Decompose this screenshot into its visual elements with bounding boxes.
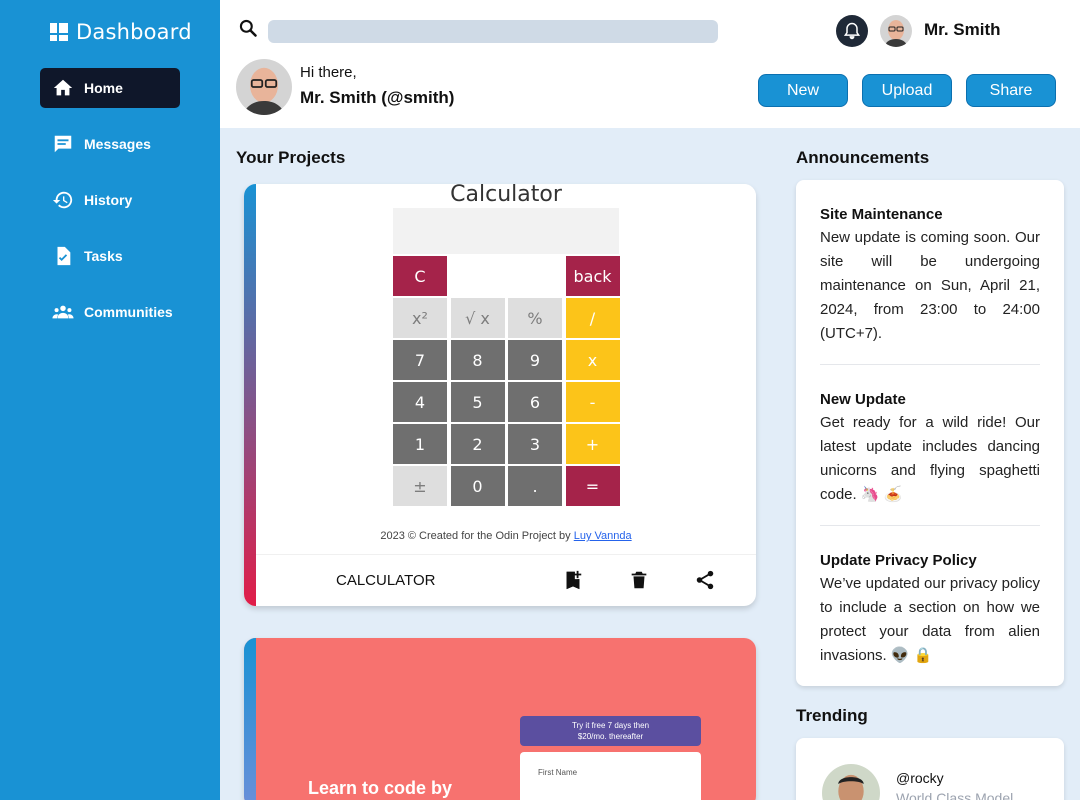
calculator-key: 6	[508, 382, 562, 422]
announcement-item: Site Maintenance New update is coming so…	[820, 206, 1040, 346]
calculator-key: ±	[393, 466, 447, 506]
calculator-key: 8	[450, 340, 505, 380]
sidebar-item-history[interactable]: History	[40, 180, 180, 220]
share-button[interactable]: Share	[966, 74, 1056, 107]
preview-field: First Name	[538, 768, 578, 777]
greeting: Hi there,	[300, 64, 357, 81]
announcements-card: Site Maintenance New update is coming so…	[796, 180, 1064, 686]
divider	[820, 364, 1040, 365]
sidebar-nav: Home Messages History Tasks Communities	[40, 68, 180, 348]
project-card: Try it free 7 days then $20/mo. thereafte…	[244, 638, 756, 800]
project-name: CALCULATOR	[336, 572, 436, 589]
user-avatar-icon	[822, 764, 880, 800]
task-icon	[57, 246, 71, 266]
card-stripe	[244, 638, 256, 800]
announcement-body: New update is coming soon. Our site will…	[820, 229, 1040, 342]
credit-link[interactable]: Luy Vannda	[574, 530, 632, 542]
calculator-key: 5	[450, 382, 505, 422]
offer-line: Try it free 7 days then	[571, 721, 650, 730]
trending-avatar[interactable]	[822, 764, 880, 800]
trash-icon[interactable]	[628, 569, 650, 591]
sidebar-item-tasks[interactable]: Tasks	[40, 236, 180, 276]
search-icon[interactable]	[238, 18, 258, 38]
user-avatar-icon	[236, 59, 292, 115]
calculator-key: 0	[450, 466, 505, 506]
calculator-display	[393, 208, 619, 254]
greeting-name: Mr. Smith (@smith)	[300, 88, 455, 107]
sidebar-item-label: History	[84, 192, 133, 208]
dashboard-icon	[50, 23, 68, 41]
brand-title: Dashboard	[76, 20, 192, 44]
sidebar: Dashboard Home Messages History Tasks Co…	[0, 0, 220, 800]
user-avatar-icon	[880, 15, 912, 47]
calculator-key: %	[508, 298, 562, 338]
calculator-key: .	[508, 466, 562, 506]
home-icon	[53, 79, 73, 96]
preview-title: Calculator	[450, 184, 562, 207]
card-footer: CALCULATOR	[256, 554, 756, 606]
calculator-key: √ x	[450, 298, 505, 338]
projects-title: Your Projects	[236, 148, 346, 167]
notification-button[interactable]	[836, 15, 868, 47]
message-icon	[54, 135, 72, 153]
preview-headline: Learn to code by	[308, 778, 453, 798]
new-button[interactable]: New	[758, 74, 848, 107]
communities-icon	[52, 305, 74, 319]
announcement-title: Update Privacy Policy	[820, 552, 977, 569]
announcement-item: New Update Get ready for a wild ride! Ou…	[820, 391, 1040, 507]
calculator-key: +	[565, 424, 620, 464]
divider	[820, 525, 1040, 526]
calculator-key: 7	[393, 340, 447, 380]
trending-title: Trending	[796, 706, 868, 725]
card-stripe	[244, 184, 256, 606]
avatar[interactable]	[880, 15, 912, 47]
bookmark-add-icon[interactable]	[562, 569, 584, 591]
credit-text: 2023 © Created for the Odin Project by	[380, 530, 571, 542]
sidebar-item-messages[interactable]: Messages	[40, 124, 180, 164]
sidebar-item-label: Tasks	[84, 248, 123, 264]
calculator-key: 4	[393, 382, 447, 422]
sidebar-item-home[interactable]: Home	[40, 68, 180, 108]
calculator-key: /	[565, 298, 620, 338]
calculator-key: back	[565, 256, 620, 296]
trending-handle[interactable]: @rocky	[896, 770, 944, 786]
announcements-title: Announcements	[796, 148, 930, 167]
announcement-item: Update Privacy Policy We’ve updated our …	[820, 552, 1040, 668]
sidebar-item-communities[interactable]: Communities	[40, 292, 180, 332]
preview-form: First Name	[520, 752, 701, 800]
sidebar-item-label: Communities	[84, 304, 173, 320]
project-card: Calculator Cback x² √ x%/7 8 9 x 4 5 6-1 2 3 + ±0. = …	[244, 184, 756, 606]
calculator-key: x	[565, 340, 620, 380]
user-name: Mr. Smith	[924, 20, 1001, 39]
offer-line: $20/mo. thereafter	[577, 732, 644, 741]
calculator-key: 1	[393, 424, 447, 464]
share-icon[interactable]	[694, 569, 716, 591]
upload-button[interactable]: Upload	[862, 74, 952, 107]
search-input[interactable]	[268, 20, 718, 43]
history-icon	[52, 191, 73, 209]
sidebar-item-label: Home	[84, 80, 123, 96]
announcement-title: Site Maintenance	[820, 206, 943, 223]
calculator-key: C	[393, 256, 447, 296]
header: Mr. Smith Hi there, Mr. Smith (@smith) N…	[220, 0, 1080, 128]
calculator-key: 3	[508, 424, 562, 464]
calculator-key: 2	[450, 424, 505, 464]
sidebar-item-label: Messages	[84, 136, 151, 152]
calculator-key: 9	[508, 340, 562, 380]
preview-credit: 2023 © Created for the Odin Project by L…	[256, 530, 756, 542]
calculator-key: -	[565, 382, 620, 422]
bell-icon	[843, 22, 861, 40]
trending-card: @rocky World Class Model	[796, 738, 1064, 800]
preview-offer: Try it free 7 days then $20/mo. thereafte…	[520, 716, 701, 746]
calculator-key: =	[565, 466, 620, 506]
announcement-body: We’ve updated our privacy policy to incl…	[820, 575, 1040, 664]
project-preview[interactable]: Calculator Cback x² √ x%/7 8 9 x 4 5 6-1 2 3 + ±0. = …	[256, 184, 756, 554]
profile-avatar	[236, 59, 292, 115]
calculator-key: x²	[393, 298, 447, 338]
brand[interactable]: Dashboard	[50, 18, 192, 46]
trending-subtitle: World Class Model	[896, 790, 1014, 800]
announcement-body: Get ready for a wild ride! Our latest up…	[820, 414, 1040, 503]
announcement-title: New Update	[820, 391, 906, 408]
